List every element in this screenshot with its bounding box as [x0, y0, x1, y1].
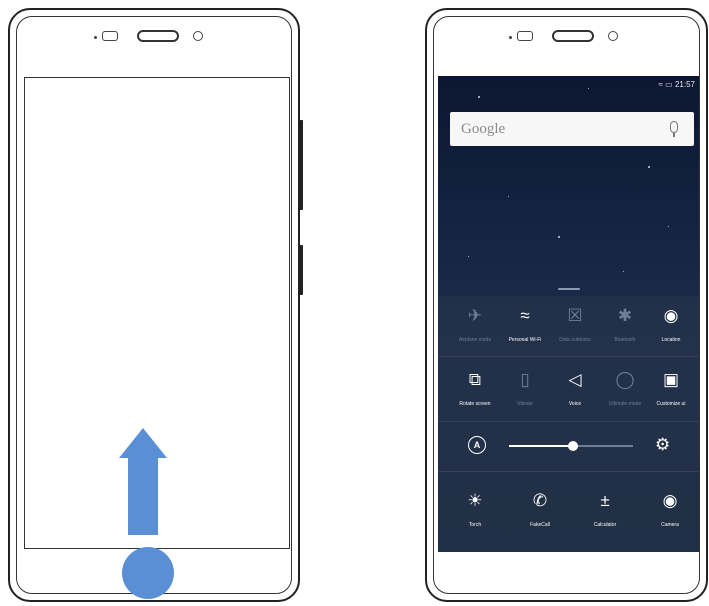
tile-ultimate-mode[interactable]: ◯ Ultimate mode — [599, 369, 651, 407]
earpiece-speaker — [552, 30, 594, 42]
bluetooth-icon: ✱ — [617, 306, 633, 325]
microphone-icon[interactable] — [670, 121, 678, 137]
tile-label: Camera — [661, 522, 679, 528]
tile-label: Voice — [568, 401, 582, 407]
tile-label: Location — [661, 337, 681, 343]
tile-label: Data outdoors — [559, 337, 591, 343]
front-camera — [608, 31, 618, 41]
proximity-sensor — [102, 31, 118, 41]
tile-calculator[interactable]: ± Calculator — [579, 490, 631, 528]
tile-label: Calculator — [593, 522, 617, 528]
touch-point-icon — [122, 547, 174, 599]
power-button[interactable] — [299, 245, 303, 295]
customize-icon: ▣ — [662, 370, 680, 389]
airplane-icon: ✈ — [467, 306, 483, 325]
sensor-dot — [509, 36, 512, 39]
right-phone-frame: ≈ ▭ 21:57 Google ✈ Airplane mode ≈ Perso… — [425, 8, 708, 602]
tile-label: Torch — [468, 522, 482, 528]
tile-fakecall[interactable]: ✆ FakeCall — [514, 490, 566, 528]
location-icon: ◉ — [663, 306, 679, 325]
tile-label: Airplane mode — [458, 337, 492, 343]
swipe-up-arrow-head-icon — [119, 428, 167, 458]
battery-icon: ▭ — [665, 80, 673, 89]
tile-torch[interactable]: ☀ Torch — [449, 490, 501, 528]
tile-camera[interactable]: ◉ Camera — [644, 490, 696, 528]
brightness-fill — [509, 445, 574, 447]
proximity-sensor — [517, 31, 533, 41]
panel-drag-handle[interactable] — [558, 288, 580, 290]
sim-icon: ☒ — [567, 306, 583, 325]
tile-airplane-mode[interactable]: ✈ Airplane mode — [449, 305, 501, 343]
tile-rotate-screen[interactable]: ⧉ Rotate screen — [449, 369, 501, 407]
tile-vibrate[interactable]: ▯ Vibrate — [499, 369, 551, 407]
front-camera — [193, 31, 203, 41]
tile-label: Personal Wi-Fi — [508, 337, 542, 343]
power-saver-icon: ◯ — [615, 370, 635, 389]
tile-label: Ultimate mode — [608, 401, 642, 407]
tile-label: Rotate screen — [459, 401, 491, 407]
auto-brightness-icon[interactable]: A — [468, 436, 486, 454]
volume-button[interactable] — [299, 120, 303, 210]
sensor-dot — [94, 36, 97, 39]
tile-label: Vibrate — [517, 401, 533, 407]
status-time: 21:57 — [674, 80, 695, 89]
tile-data[interactable]: ☒ Data outdoors — [549, 305, 601, 343]
wifi-icon: ≈ — [520, 306, 530, 325]
camera-icon: ◉ — [662, 491, 678, 510]
tile-label: FakeCall — [530, 522, 550, 528]
google-search-bar[interactable]: Google — [450, 112, 694, 146]
tile-customize-ui[interactable]: ▣ Customize ui — [645, 369, 697, 407]
volume-icon: ◁ — [568, 370, 582, 389]
brightness-slider-handle[interactable] — [568, 441, 579, 451]
tile-label: Customize ui — [656, 401, 686, 407]
tile-location[interactable]: ◉ Location — [645, 305, 697, 343]
search-placeholder: Google — [461, 121, 506, 137]
brightness-row: A ⚙ — [438, 431, 699, 461]
vibrate-icon: ▯ — [520, 370, 530, 389]
wifi-status-icon: ≈ — [658, 80, 663, 89]
settings-gear-icon[interactable]: ⚙ — [655, 435, 670, 455]
status-bar: ≈ ▭ 21:57 — [659, 80, 695, 89]
earpiece-speaker — [137, 30, 179, 42]
tile-bluetooth[interactable]: ✱ Bluetooth — [599, 305, 651, 343]
right-phone-screen: ≈ ▭ 21:57 Google ✈ Airplane mode ≈ Perso… — [438, 76, 699, 552]
rotate-icon: ⧉ — [468, 370, 482, 389]
tile-personal-wifi[interactable]: ≈ Personal Wi-Fi — [499, 305, 551, 343]
swipe-up-arrow-icon — [128, 455, 158, 535]
tile-label: Bluetooth — [614, 337, 636, 343]
tile-voice[interactable]: ◁ Voice — [549, 369, 601, 407]
fakecall-icon: ✆ — [532, 491, 548, 510]
torch-icon: ☀ — [467, 491, 483, 510]
calculator-icon: ± — [600, 491, 610, 510]
